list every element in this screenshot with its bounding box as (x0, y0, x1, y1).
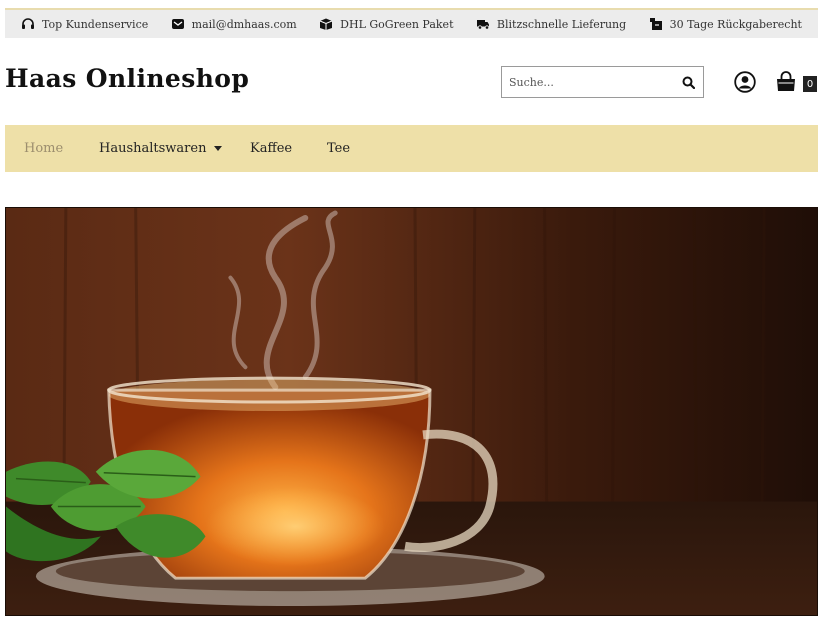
topbar-item-email[interactable]: mail@dmhaas.com (171, 17, 297, 31)
cart-button[interactable] (775, 71, 797, 93)
search-button[interactable] (673, 67, 703, 97)
topbar-item-label: 30 Tage Rückgaberecht (669, 17, 802, 31)
nav-item-label: Haushaltswaren (99, 141, 207, 156)
truck-icon (476, 17, 490, 31)
topbar-item-kundenservice: Top Kundenservice (21, 17, 148, 31)
shop-logo[interactable]: Haas Onlineshop (5, 64, 249, 93)
caret-down-icon (214, 146, 223, 151)
search-icon (682, 76, 695, 89)
user-icon (734, 71, 756, 93)
topbar-item-label: DHL GoGreen Paket (340, 17, 454, 31)
nav-item-label: Kaffee (250, 141, 293, 156)
search-bar (501, 66, 704, 98)
headset-icon (21, 17, 35, 31)
topbar-item-lieferung: Blitzschnelle Lieferung (476, 17, 626, 31)
topbar-item-label: Top Kundenservice (42, 17, 149, 31)
cart-count-badge: 0 (803, 76, 817, 92)
topbar-item-rueckgabe: 30 Tage Rückgaberecht (649, 17, 802, 31)
nav-item-haushaltswaren[interactable]: Haushaltswaren (99, 125, 223, 172)
envelope-icon (171, 17, 185, 31)
hero-banner-image (5, 207, 818, 616)
nav-item-label: Home (24, 141, 64, 156)
topbar-item-label[interactable]: mail@dmhaas.com (192, 18, 297, 31)
search-input[interactable] (502, 67, 673, 97)
topbar-item-dhl: DHL GoGreen Paket (319, 17, 454, 31)
account-button[interactable] (734, 71, 756, 93)
service-topbar: Top Kundenservice mail@dmhaas.com DHL Go… (5, 10, 818, 38)
topbar-item-label: Blitzschnelle Lieferung (496, 17, 627, 31)
main-navigation: Home Haushaltswaren Kaffee Tee (5, 125, 818, 172)
nav-item-kaffee[interactable]: Kaffee (250, 125, 292, 172)
package-icon (319, 17, 333, 31)
return-box-icon (649, 17, 663, 31)
nav-item-home[interactable]: Home (24, 125, 63, 172)
nav-item-tee[interactable]: Tee (327, 125, 350, 172)
shopping-bag-icon (777, 71, 795, 91)
nav-item-label: Tee (327, 141, 351, 156)
